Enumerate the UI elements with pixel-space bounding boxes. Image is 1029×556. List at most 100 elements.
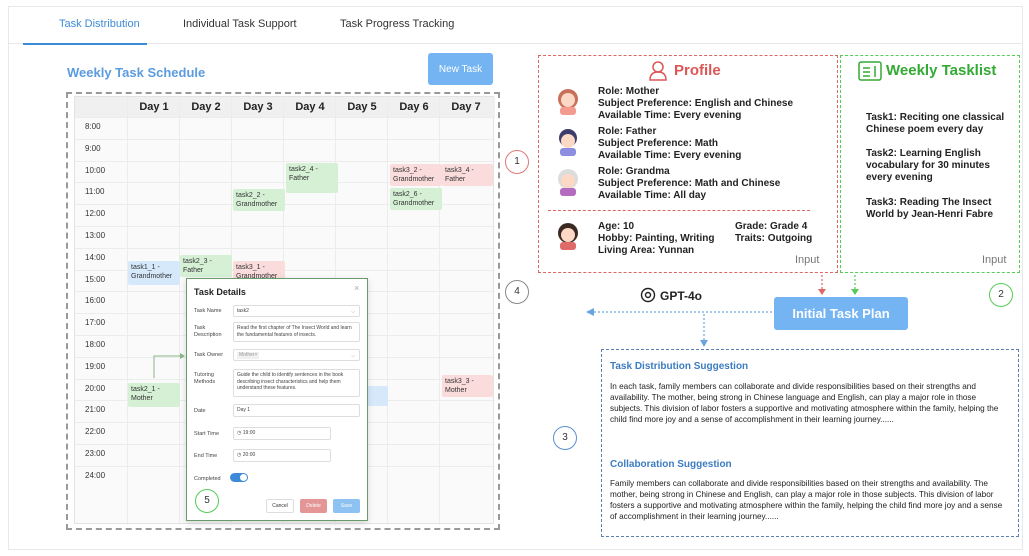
profile-title: Profile [674,62,721,79]
day-header: Day 5 [347,101,377,113]
profile-icon [649,61,667,81]
delete-button[interactable]: Delete [300,499,327,513]
profile-line: Role: Grandma [598,166,670,177]
schedule-title: Weekly Task Schedule [67,65,206,80]
tab-task-progress-tracking[interactable]: Task Progress Tracking [340,18,454,30]
time-row: 8:00 [75,117,495,139]
gpt-arrows [586,308,772,347]
time-label: 22:00 [85,427,106,437]
profile-line: Available Time: Every evening [598,110,742,121]
time-label: 8:00 [85,122,101,131]
day-header: Day 7 [451,101,481,113]
grandma-profile-text: Role: Grandma Subject Preference: Math a… [598,166,780,202]
child-profile-traits: Grade: Grade 4 Traits: Outgoing [735,221,812,245]
profile-line: Traits: Outgoing [735,233,813,244]
day-header: Day 4 [295,101,325,113]
collaboration-suggestion-body: Family members can collaborate and divid… [610,479,1003,521]
weekly-tasklist-title: Weekly Tasklist [886,62,997,79]
end-time-label: End Time [194,453,218,459]
task-block[interactable]: task2_4 - Father [286,163,338,193]
day-header: Day 3 [243,101,273,113]
distribution-suggestion-title: Task Distribution Suggestion [610,361,749,372]
profile-line: Role: Mother [598,86,660,97]
day-header: Day 1 [139,101,169,113]
task-block[interactable]: task2_2 - Grandmother [233,189,285,211]
time-label: 9:00 [85,143,101,153]
time-label: 14:00 [85,252,106,262]
profile-input-label: Input [795,254,820,266]
time-label: 21:00 [85,405,106,415]
task-block[interactable]: task3_3 - Mother [442,375,493,397]
task-block[interactable]: task2_6 - Grandmother [390,188,442,210]
time-row: 9:00 [75,138,495,161]
chevron-down-icon: ⌵ [351,309,355,315]
tab-bar: Task Distribution Individual Task Suppor… [8,6,1023,45]
weekly-task-item: Task3: Reading The Insect World by Jean-… [866,197,994,220]
save-button[interactable]: Save [333,499,360,513]
tab-individual-task-support[interactable]: Individual Task Support [183,18,297,30]
time-label: 16:00 [85,296,106,306]
profile-divider [548,210,810,211]
time-label: 17:00 [85,318,106,328]
task-name-label: Task Name [194,308,222,314]
input-arrows [818,275,859,295]
methods-label: Tutoring Methods [194,372,216,385]
task-name-select[interactable]: task2 ⌵ [233,305,360,317]
tab-task-distribution[interactable]: Task Distribution [59,18,140,30]
end-time-input[interactable]: ◷ 20:00 [233,449,331,462]
desc-label: Task Description [194,325,222,338]
time-label: 24:00 [85,470,106,480]
task-block[interactable]: task2_1 - Mother [128,383,180,407]
end-time-value: 20:00 [242,452,256,458]
father-profile-text: Role: Father Subject Preference: Math Av… [598,126,741,162]
task-name-value: task2 [237,308,249,314]
profile-line: Age: 10 [598,221,635,232]
profile-line: Subject Preference: Math [598,138,719,149]
collaboration-suggestion-title: Collaboration Suggestion [610,459,732,470]
day-header: Day 2 [191,101,221,113]
step-badge: 2 [989,283,1013,307]
date-input[interactable]: Day 1 [233,404,360,417]
weekly-task-item: Task2: Learning English vocabulary for 3… [866,148,990,183]
distribution-suggestion-body: In each task, family members can collabo… [610,382,999,424]
modal-title: Task Details [194,287,246,297]
time-label: 13:00 [85,231,106,240]
completed-label: Completed [194,476,221,482]
time-label: 23:00 [85,449,106,458]
father-avatar-icon [559,129,577,156]
day-header-row: Day 1 Day 2 Day 3 Day 4 Day 5 Day 6 Day … [75,97,495,117]
owner-tag[interactable]: Mother× [237,352,260,359]
initial-task-plan-button[interactable]: Initial Task Plan [774,297,908,330]
time-label: 11:00 [85,187,105,197]
task-block[interactable]: task3_4 - Father [442,164,493,186]
profile-line: Role: Father [598,126,657,137]
date-label: Date [194,408,206,414]
new-task-button[interactable]: New Task [428,53,493,85]
time-label: 19:00 [85,361,106,371]
time-label: 20:00 [85,383,106,393]
profile-line: Subject Preference: Math and Chinese [598,178,781,189]
time-label: 18:00 [85,340,106,349]
owner-select[interactable]: Mother× ⌵ [233,349,360,361]
weekly-task-item: Task1: Reciting one classical Chinese po… [866,112,1005,135]
day-header: Day 6 [399,101,429,113]
completed-toggle[interactable] [230,473,248,482]
profile-line: Hobby: Painting, Writing [598,233,715,244]
child-profile-text: Age: 10 Hobby: Painting, Writing Living … [598,221,714,257]
task-block[interactable]: task2_3 - Father [180,255,232,277]
cancel-button[interactable]: Cancel [266,499,294,513]
time-label: 15:00 [85,274,106,284]
task-block[interactable]: task1_1 - Grandmother [128,261,180,285]
profile-line: Available Time: All day [598,190,707,201]
step-badge: 4 [505,280,529,304]
owner-label: Task Owner [194,352,224,358]
profile-line: Grade: Grade 4 [735,221,808,232]
methods-input[interactable]: Guide the child to identify sentences in… [233,369,360,397]
mother-profile-text: Role: Mother Subject Preference: English… [598,86,793,122]
time-row: 13:00 [75,226,495,248]
step-badge: 3 [553,426,577,450]
connector-arrow [153,353,185,378]
desc-input[interactable]: Read the first chapter of The Insect Wor… [233,322,360,342]
task-block[interactable]: task3_2 - Grandmother [390,164,442,186]
start-time-input[interactable]: ◷ 19:00 [233,427,331,440]
